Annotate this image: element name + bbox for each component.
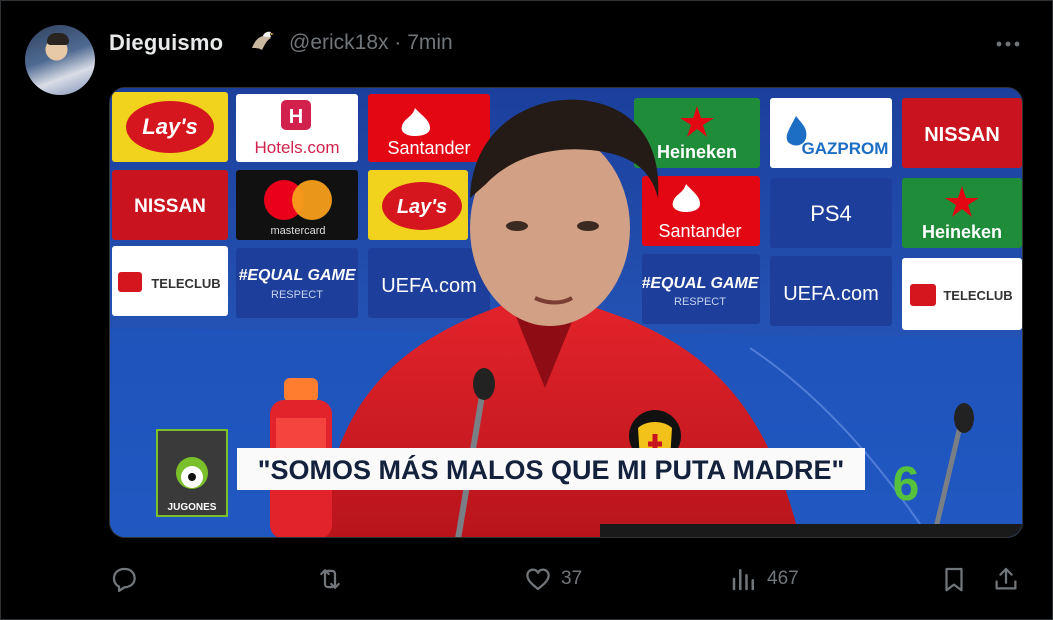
tweet-media-image[interactable]: Lay's H Hotels.com Santander Heineken GA… (109, 87, 1023, 538)
dot-separator: · (394, 31, 402, 54)
santander-logo-text: Santander (387, 138, 470, 158)
ps4-logo-text: PS4 (810, 201, 852, 226)
eagle-emoji-icon (252, 31, 274, 50)
teleclub-logo-text-2: TELECLUB (943, 288, 1012, 303)
author-name[interactable]: Dieguismo (109, 30, 223, 56)
retweet-button[interactable] (315, 557, 345, 601)
bookmark-button[interactable] (939, 557, 969, 601)
mastercard-logo-text: mastercard (270, 225, 325, 237)
jugones-logo: JUGONES (156, 429, 228, 517)
tweet-time[interactable]: 7min (407, 31, 453, 54)
lays-logo-text: Lay's (142, 114, 197, 139)
teleclub-logo-text: TELECLUB (151, 276, 220, 291)
handle-and-time[interactable]: @erick18x · 7min (289, 31, 453, 55)
respect-text: RESPECT (271, 289, 323, 301)
views-button[interactable]: 467 (729, 557, 799, 601)
la-sexta-logo: 6 (893, 458, 920, 511)
jugones-logo-text: JUGONES (168, 502, 217, 513)
press-conference-image: Lay's H Hotels.com Santander Heineken GA… (110, 88, 1022, 537)
nissan-logo-text-2: NISSAN (134, 196, 206, 217)
equal-game-text-2: #EQUAL GAME (641, 275, 759, 292)
respect-text-2: RESPECT (674, 296, 726, 308)
tweet-actions-bar: 37 467 (1, 557, 1053, 601)
bookmark-icon (945, 567, 963, 592)
reply-icon (112, 567, 136, 592)
heineken-logo-text-2: Heineken (922, 222, 1002, 242)
retweet-icon (320, 569, 340, 589)
heart-icon (526, 568, 550, 591)
more-options-icon[interactable] (991, 31, 1025, 55)
gazprom-logo-text: GAZPROM (802, 139, 889, 158)
uefa-logo-text-2: UEFA.com (783, 283, 879, 305)
share-icon (995, 567, 1017, 590)
avatar[interactable] (25, 25, 95, 95)
author-handle[interactable]: @erick18x (289, 31, 389, 54)
reply-button[interactable] (109, 557, 139, 601)
tweet-card[interactable]: Dieguismo @erick18x · 7min Lay's H Hotel… (0, 0, 1053, 620)
lays-logo-text-2: Lay's (397, 196, 447, 218)
caption-bar: "SOMOS MÁS MALOS QUE MI PUTA MADRE" (237, 448, 865, 490)
equal-game-text: #EQUAL GAME (238, 267, 356, 284)
svg-text:H: H (289, 106, 303, 128)
uefa-logo-text: UEFA.com (381, 275, 477, 297)
like-button[interactable]: 37 (523, 557, 582, 601)
views-count: 467 (767, 568, 799, 589)
like-count: 37 (561, 568, 583, 589)
santander-logo-text-2: Santander (658, 221, 741, 241)
heineken-logo-text: Heineken (657, 142, 737, 162)
channel-logo-text: 6 (893, 458, 920, 511)
hotels-logo-text: Hotels.com (254, 138, 339, 157)
share-button[interactable] (991, 557, 1021, 601)
nissan-logo-text: NISSAN (924, 124, 1000, 146)
views-icon (732, 569, 754, 591)
caption-text: "SOMOS MÁS MALOS QUE MI PUTA MADRE" (258, 454, 845, 485)
